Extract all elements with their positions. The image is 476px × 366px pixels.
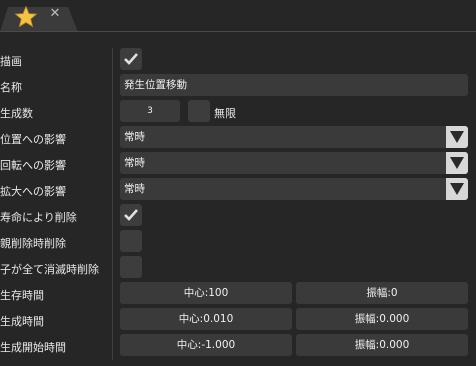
life-center-input[interactable]: 中心:100 xyxy=(120,282,292,304)
label-gen-start: 生成開始時間 xyxy=(0,341,66,354)
label-rot-effect: 回転への影響 xyxy=(0,159,66,172)
label-pos-effect: 位置への影響 xyxy=(0,133,66,146)
gen-start-amplitude-input[interactable]: 振幅:0.000 xyxy=(296,334,468,356)
draw-checkbox[interactable] xyxy=(120,48,142,70)
label-life: 生存時間 xyxy=(0,289,44,302)
name-input[interactable]: 発生位置移動 xyxy=(120,74,468,96)
infinite-label: 無限 xyxy=(214,107,236,120)
close-icon[interactable]: ✕ xyxy=(49,7,61,20)
row-rot-effect: 回転への影響 常時 xyxy=(0,152,476,178)
label-count: 生成数 xyxy=(0,107,33,120)
row-remove-on-children: 子が全て消滅時削除 xyxy=(0,256,476,282)
row-remove-on-parent: 親削除時削除 xyxy=(0,230,476,256)
count-input[interactable]: 3 xyxy=(120,100,180,122)
pos-effect-dropdown[interactable]: 常時 xyxy=(120,126,468,148)
dropdown-arrow-icon[interactable] xyxy=(446,152,468,174)
star-icon xyxy=(14,5,38,28)
label-draw: 描画 xyxy=(0,55,22,68)
pos-effect-value: 常時 xyxy=(124,131,145,143)
rot-effect-value: 常時 xyxy=(124,157,145,169)
gen-start-center-input[interactable]: 中心:-1.000 xyxy=(120,334,292,356)
row-remove-on-life: 寿命により削除 xyxy=(0,204,476,230)
gen-time-center-input[interactable]: 中心:0.010 xyxy=(120,308,292,330)
label-remove-on-parent: 親削除時削除 xyxy=(0,237,66,250)
tab-bar: ✕ xyxy=(0,0,476,33)
row-scale-effect: 拡大への影響 常時 xyxy=(0,178,476,204)
dropdown-arrow-icon[interactable] xyxy=(446,178,468,200)
infinite-checkbox[interactable] xyxy=(188,100,210,122)
row-gen-start: 生成開始時間 中心:-1.000 振幅:0.000 xyxy=(0,334,476,360)
checkmark-icon xyxy=(124,209,138,221)
tab-effect[interactable] xyxy=(0,7,78,32)
remove-on-parent-checkbox[interactable] xyxy=(120,230,142,252)
row-name: 名称 発生位置移動 xyxy=(0,74,476,100)
label-remove-on-life: 寿命により削除 xyxy=(0,211,77,224)
remove-on-children-checkbox[interactable] xyxy=(120,256,142,278)
row-pos-effect: 位置への影響 常時 xyxy=(0,126,476,152)
scale-effect-dropdown[interactable]: 常時 xyxy=(120,178,468,200)
tab-divider xyxy=(0,31,476,32)
gen-time-amplitude-input[interactable]: 振幅:0.000 xyxy=(296,308,468,330)
label-scale-effect: 拡大への影響 xyxy=(0,185,66,198)
label-name: 名称 xyxy=(0,81,22,94)
rot-effect-dropdown[interactable]: 常時 xyxy=(120,152,468,174)
row-gen-time: 生成時間 中心:0.010 振幅:0.000 xyxy=(0,308,476,334)
checkmark-icon xyxy=(124,53,138,65)
label-remove-on-children: 子が全て消滅時削除 xyxy=(0,263,99,276)
remove-on-life-checkbox[interactable] xyxy=(120,204,142,226)
life-amplitude-input[interactable]: 振幅:0 xyxy=(296,282,468,304)
row-life: 生存時間 中心:100 振幅:0 xyxy=(0,282,476,308)
row-count: 生成数 3 無限 xyxy=(0,100,476,126)
row-draw: 描画 xyxy=(0,48,476,74)
label-gen-time: 生成時間 xyxy=(0,315,44,328)
dropdown-arrow-icon[interactable] xyxy=(446,126,468,148)
scale-effect-value: 常時 xyxy=(124,183,145,195)
